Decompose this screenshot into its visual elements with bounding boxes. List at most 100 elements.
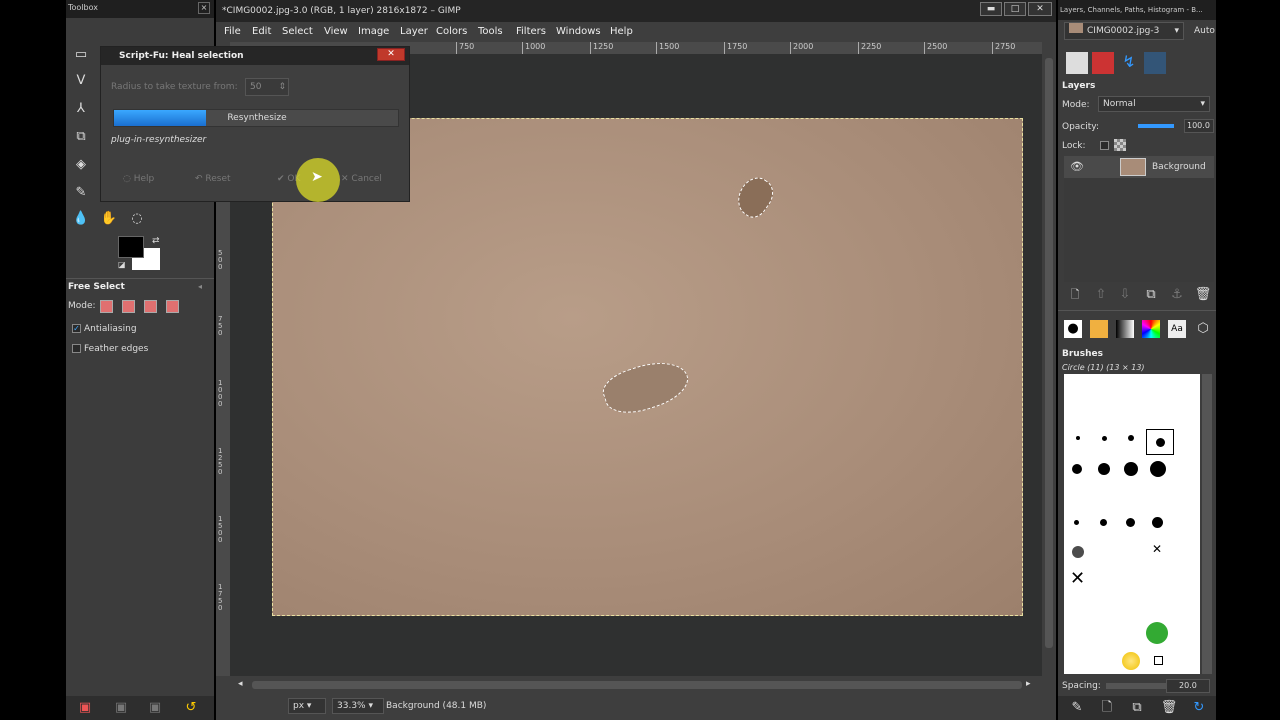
lock-pixels-checkbox[interactable] [1100,141,1109,150]
unit-selector[interactable]: px ▾ [288,698,326,714]
channels-tab-icon[interactable] [1092,52,1114,74]
spacing-slider[interactable] [1106,683,1166,689]
delete-brush-icon[interactable]: 🗑 [1160,699,1178,717]
horizontal-scrollbar[interactable]: ◂ ▸ [230,676,1042,694]
transform-icon[interactable]: ⧉ [72,128,90,146]
reset-button[interactable]: ↶ Reset [195,169,261,189]
refresh-brushes-icon[interactable]: ↻ [1190,699,1208,717]
vertical-scrollbar[interactable] [1042,54,1056,676]
spacing-spinbox[interactable]: 20.0 [1166,679,1210,693]
feather-edges-checkbox[interactable] [72,344,81,353]
dodge-icon[interactable]: ◌ [128,210,146,228]
mode-intersect-icon[interactable] [166,300,179,313]
brush-item[interactable] [1146,622,1168,644]
image-selector[interactable]: CIMG0002.jpg-3 ▾ [1064,22,1184,40]
zoom-selector[interactable]: 33.3% ▾ [332,698,384,714]
gradients-tab-icon[interactable] [1116,320,1134,338]
brush-item[interactable] [1072,464,1082,474]
save-options-icon[interactable]: ▣ [76,699,94,717]
palettes-tab-icon[interactable] [1142,320,1160,338]
brush-item[interactable] [1072,546,1084,558]
dialog-close-button[interactable]: ✕ [377,48,405,61]
brush-item[interactable] [1152,517,1163,528]
duplicate-brush-icon[interactable]: ⧉ [1128,699,1146,717]
scroll-right-icon[interactable]: ▸ [1026,679,1031,689]
brush-item[interactable] [1076,436,1080,440]
tool-presets-tab-icon[interactable]: ⬡ [1194,320,1212,338]
maximize-button[interactable]: □ [1004,2,1026,16]
menu-help[interactable]: Help [610,26,633,37]
mode-replace-icon[interactable] [100,300,113,313]
menu-select[interactable]: Select [282,26,313,37]
brush-item[interactable] [1154,656,1163,665]
minimize-button[interactable]: ▬ [980,2,1002,16]
toolbox-close-button[interactable]: × [198,2,210,14]
mode-subtract-icon[interactable] [144,300,157,313]
brushes-tab-icon[interactable]: ● [1064,320,1082,338]
delete-options-icon[interactable]: ▣ [146,699,164,717]
menu-layer[interactable]: Layer [400,26,428,37]
mode-add-icon[interactable] [122,300,135,313]
bucket-fill-icon[interactable]: ◈ [72,156,90,174]
help-button[interactable]: ◌ Help [123,169,189,189]
layer-row-background[interactable]: 👁 Background [1064,156,1214,178]
opacity-spinbox[interactable]: 100.0 [1184,119,1214,133]
brush-item[interactable] [1100,519,1107,526]
brush-item[interactable] [1122,652,1140,670]
pencil-icon[interactable]: ✎ [72,184,90,202]
menu-filters[interactable]: Filters [516,26,546,37]
brush-item[interactable] [1102,436,1107,441]
delete-layer-icon[interactable]: 🗑 [1194,286,1212,304]
anchor-layer-icon[interactable]: ⚓ [1168,286,1186,304]
default-colors-icon[interactable]: ◪ [118,260,126,269]
fonts-tab-icon[interactable]: Aa [1168,320,1186,338]
lock-alpha-icon[interactable] [1114,139,1126,151]
configure-tab-icon[interactable]: ◂ [198,282,202,291]
visibility-eye-icon[interactable]: 👁 [1070,160,1084,173]
scroll-left-icon[interactable]: ◂ [238,679,243,689]
opacity-slider[interactable] [1138,124,1174,128]
menu-file[interactable]: File [224,26,241,37]
rect-select-icon[interactable]: ▭ [72,46,90,64]
raise-layer-icon[interactable]: ⇧ [1092,286,1110,304]
duplicate-layer-icon[interactable]: ⧉ [1142,286,1160,304]
paths-icon[interactable]: ⅄ [72,100,90,118]
new-brush-icon[interactable]: 🗋 [1098,699,1116,717]
antialiasing-checkbox[interactable]: ✓ [72,324,81,333]
radius-spinbox[interactable]: 50 ⇕ [245,78,289,96]
restore-options-icon[interactable]: ▣ [112,699,130,717]
patterns-tab-icon[interactable] [1090,320,1108,338]
lower-layer-icon[interactable]: ⇩ [1116,286,1134,304]
brush-item[interactable] [1126,518,1135,527]
layer-mode-dropdown[interactable]: Normal ▾ [1098,96,1210,112]
smudge-icon[interactable]: ✋ [100,210,118,228]
menu-view[interactable]: View [324,26,348,37]
menu-tools[interactable]: Tools [478,26,503,37]
blur-icon[interactable]: 💧 [72,210,90,228]
brush-item[interactable] [1098,463,1110,475]
new-layer-icon[interactable]: 🗋 [1066,286,1084,304]
foreground-color-swatch[interactable] [118,236,144,258]
brush-item[interactable] [1128,435,1134,441]
cancel-button[interactable]: ✕ Cancel [341,169,407,189]
brush-item[interactable]: ✕ [1070,568,1085,589]
brush-item[interactable] [1074,520,1079,525]
menu-colors[interactable]: Colors [436,26,467,37]
selection-small-stone[interactable] [730,171,780,223]
swap-colors-icon[interactable]: ⇄ [152,236,160,246]
brushes-grid[interactable]: ✕ ✕ [1064,374,1200,674]
close-window-button[interactable]: ✕ [1028,2,1052,16]
edit-brush-icon[interactable]: ✎ [1068,699,1086,717]
brush-item[interactable] [1150,461,1166,477]
paths-tab-icon[interactable]: ↯ [1118,52,1140,74]
menu-windows[interactable]: Windows [556,26,601,37]
free-select-icon[interactable]: ᐯ [72,72,90,90]
layers-tab-icon[interactable] [1066,52,1088,74]
menu-edit[interactable]: Edit [252,26,271,37]
menu-image[interactable]: Image [358,26,389,37]
selection-large-stone[interactable] [598,352,694,422]
auto-button[interactable]: Auto [1194,26,1215,36]
histogram-tab-icon[interactable] [1144,52,1166,74]
brush-item[interactable]: ✕ [1152,542,1162,556]
reset-options-icon[interactable]: ↺ [182,699,200,717]
